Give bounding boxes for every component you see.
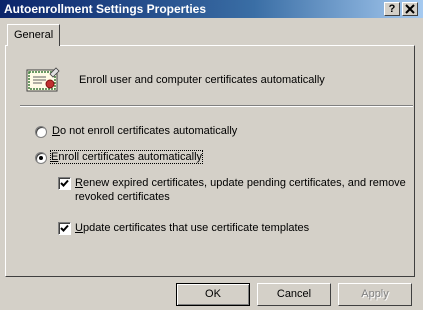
radio-selected-dot [39, 156, 43, 160]
tab-general-label: General [14, 29, 54, 41]
help-button[interactable]: ? [384, 2, 400, 16]
certificate-icon [26, 67, 60, 92]
renew-expired-label[interactable]: Renew expired certificates, update pendi… [75, 177, 406, 189]
do-not-enroll-label[interactable]: Do not enroll certificates automatically [52, 125, 237, 137]
separator [20, 105, 413, 107]
cancel-button[interactable]: Cancel [257, 283, 331, 306]
ok-button[interactable]: OK [176, 283, 250, 306]
checkmark-icon [60, 224, 69, 232]
title-bar[interactable]: Autoenrollment Settings Properties ? [0, 0, 423, 18]
close-icon [405, 4, 415, 14]
update-certificates-checkbox[interactable] [58, 222, 71, 235]
intro-text: Enroll user and computer certificates au… [79, 74, 325, 86]
window-title: Autoenrollment Settings Properties [4, 2, 207, 16]
enroll-automatically-radio[interactable] [35, 152, 47, 164]
apply-button[interactable]: Apply [338, 283, 412, 306]
renew-expired-label-line2[interactable]: revoked certificates [75, 191, 170, 203]
renew-expired-checkbox[interactable] [58, 177, 71, 190]
enroll-automatically-label[interactable]: Enroll certificates automatically [49, 150, 204, 164]
checkmark-icon [60, 179, 69, 187]
update-certificates-label[interactable]: Update certificates that use certificate… [75, 222, 309, 234]
tab-general[interactable]: General [7, 24, 60, 46]
close-button[interactable] [402, 2, 418, 16]
properties-dialog: Autoenrollment Settings Properties ? Gen… [0, 0, 423, 310]
do-not-enroll-radio[interactable] [35, 126, 47, 138]
